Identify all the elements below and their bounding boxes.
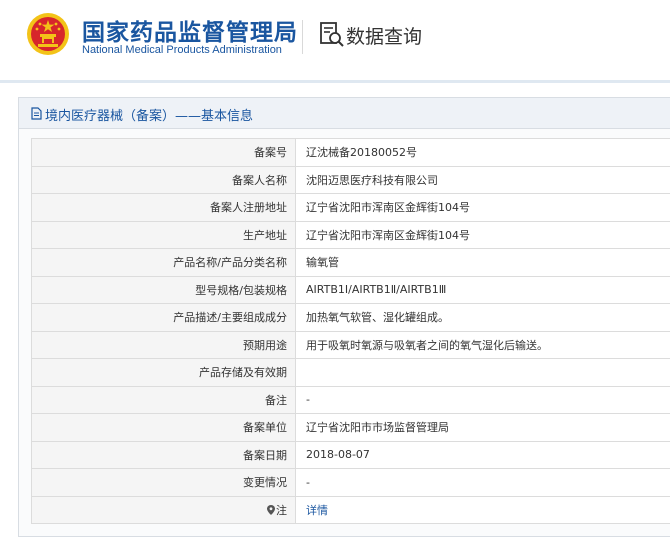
data-query-icon[interactable] <box>320 22 344 48</box>
row-label-product-name: 产品名称/产品分类名称 <box>32 249 296 277</box>
table-row: 生产地址 辽宁省沈阳市浑南区金辉街104号 <box>32 221 670 249</box>
row-label-note-text: 注 <box>276 504 287 517</box>
table-row: 备案人注册地址 辽宁省沈阳市浑南区金辉街104号 <box>32 194 670 222</box>
row-value-intended-use: 用于吸氧时氧源与吸氧者之间的氧气湿化后输送。 <box>296 331 670 359</box>
row-value-record-unit: 辽宁省沈阳市市场监督管理局 <box>296 414 670 442</box>
row-value-change-status: - <box>296 469 670 497</box>
table-row: 备案单位 辽宁省沈阳市市场监督管理局 <box>32 414 670 442</box>
row-label-registrant-address: 备案人注册地址 <box>32 194 296 222</box>
row-value-note: 详情 <box>296 496 670 524</box>
record-info-table: 备案号 辽沈械备20180052号 备案人名称 沈阳迈思医疗科技有限公司 备案人… <box>31 138 670 524</box>
row-label-model-spec: 型号规格/包装规格 <box>32 276 296 304</box>
row-label-record-no: 备案号 <box>32 139 296 167</box>
row-value-product-name: 输氧管 <box>296 249 670 277</box>
row-value-model-spec: AIRTB1Ⅰ/AIRTB1Ⅱ/AIRTB1Ⅲ <box>296 276 670 304</box>
header-bottom-bar <box>0 80 670 83</box>
row-value-registrant-name: 沈阳迈思医疗科技有限公司 <box>296 166 670 194</box>
row-value-registrant-address: 辽宁省沈阳市浑南区金辉街104号 <box>296 194 670 222</box>
table-row: 变更情况 - <box>32 469 670 497</box>
row-label-note: 注 <box>32 496 296 524</box>
row-value-remarks: - <box>296 386 670 414</box>
table-row: 产品描述/主要组成成分 加热氧气软管、湿化罐组成。 <box>32 304 670 332</box>
table-row: 产品名称/产品分类名称 输氧管 <box>32 249 670 277</box>
row-value-record-no: 辽沈械备20180052号 <box>296 139 670 167</box>
row-label-intended-use: 预期用途 <box>32 331 296 359</box>
row-label-storage-validity: 产品存储及有效期 <box>32 359 296 387</box>
location-pin-icon <box>267 505 275 515</box>
table-row: 注 详情 <box>32 496 670 524</box>
table-row: 备案人名称 沈阳迈思医疗科技有限公司 <box>32 166 670 194</box>
site-title-en: National Medical Products Administration <box>82 44 282 56</box>
row-label-record-unit: 备案单位 <box>32 414 296 442</box>
row-label-product-description: 产品描述/主要组成成分 <box>32 304 296 332</box>
row-label-change-status: 变更情况 <box>32 469 296 497</box>
table-row: 预期用途 用于吸氧时氧源与吸氧者之间的氧气湿化后输送。 <box>32 331 670 359</box>
header-divider <box>302 20 303 54</box>
row-value-product-description: 加热氧气软管、湿化罐组成。 <box>296 304 670 332</box>
table-row: 产品存储及有效期 <box>32 359 670 387</box>
row-label-production-address: 生产地址 <box>32 221 296 249</box>
row-value-record-date: 2018-08-07 <box>296 441 670 469</box>
site-title-cn: 国家药品监督管理局 <box>82 13 298 47</box>
table-row: 备案号 辽沈械备20180052号 <box>32 139 670 167</box>
row-label-remarks: 备注 <box>32 386 296 414</box>
row-value-storage-validity <box>296 359 670 387</box>
table-row: 型号规格/包装规格 AIRTB1Ⅰ/AIRTB1Ⅱ/AIRTB1Ⅲ <box>32 276 670 304</box>
panel-title-bar: 境内医疗器械（备案）——基本信息 <box>19 98 670 129</box>
info-panel: 境内医疗器械（备案）——基本信息 备案号 辽沈械备20180052号 备案人名称… <box>18 97 670 537</box>
table-row: 备案日期 2018-08-07 <box>32 441 670 469</box>
national-emblem-icon <box>26 12 70 56</box>
row-label-record-date: 备案日期 <box>32 441 296 469</box>
row-value-production-address: 辽宁省沈阳市浑南区金辉街104号 <box>296 221 670 249</box>
details-link[interactable]: 详情 <box>306 504 328 517</box>
table-row: 备注 - <box>32 386 670 414</box>
site-header: 国家药品监督管理局 National Medical Products Admi… <box>0 0 670 82</box>
row-label-registrant-name: 备案人名称 <box>32 166 296 194</box>
panel-title: 境内医疗器械（备案）——基本信息 <box>45 105 253 124</box>
document-icon <box>31 107 42 120</box>
data-query-link[interactable]: 数据查询 <box>346 22 422 49</box>
